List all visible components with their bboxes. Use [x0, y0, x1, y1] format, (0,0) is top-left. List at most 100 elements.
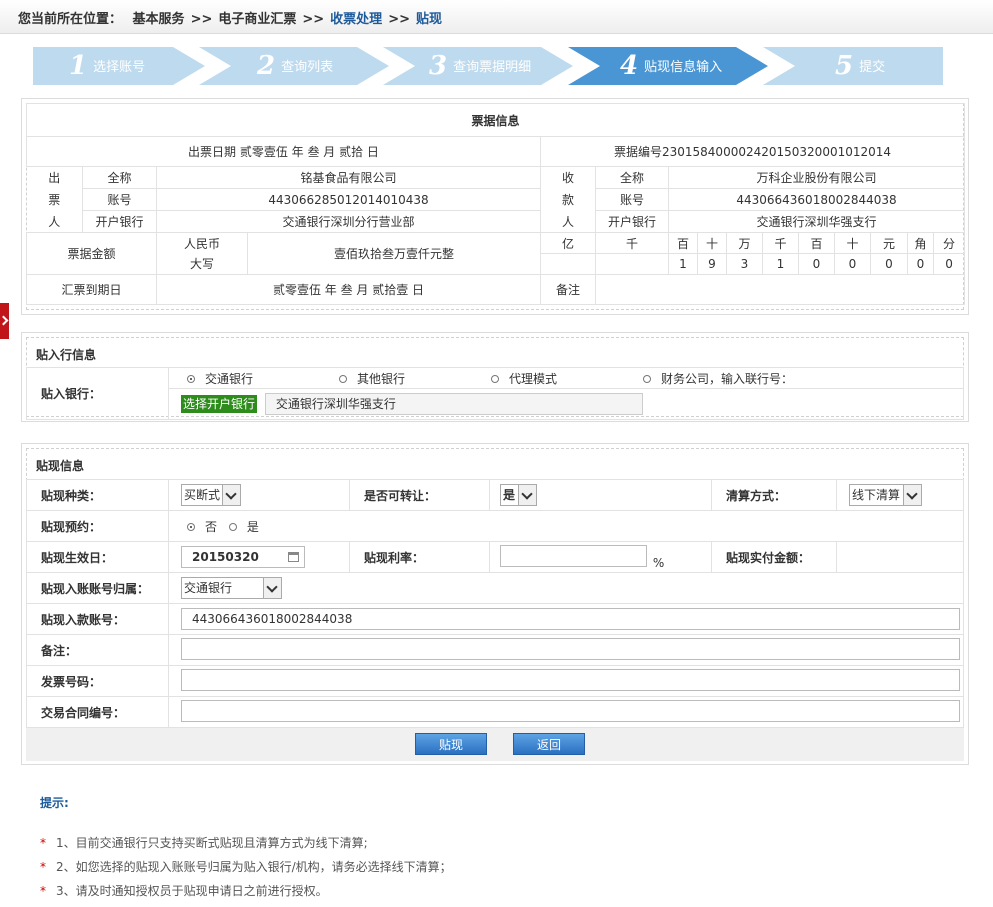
clearing-select[interactable]: 线下清算: [849, 484, 922, 506]
account-belong-select[interactable]: 交通银行: [181, 577, 282, 599]
rate-label: 贴现利率：: [349, 541, 490, 573]
radio-finance-dot[interactable]: [643, 374, 651, 383]
rmb-label: 人民币: [183, 236, 220, 251]
step-number: 5: [835, 51, 854, 81]
radio-agent-mode[interactable]: 代理模式: [491, 370, 643, 387]
payee-account: 443066436018002844038: [667, 188, 966, 211]
digit-header: 分: [932, 232, 966, 254]
due-date: 贰零壹伍 年 叁 月 贰拾壹 日: [156, 274, 541, 305]
contract-input[interactable]: [181, 699, 960, 722]
digit-value: 0: [870, 253, 908, 275]
breadcrumb-item-basic[interactable]: 基本服务: [133, 12, 185, 27]
tip-line-2: * 2、如您选择的贴现入账账号归属为贴入银行/机构，请务必选择线下清算；: [40, 860, 452, 874]
due-date-label: 汇票到期日: [26, 274, 157, 305]
tip-text: 3、请及时通知授权员于贴现申请日之前进行授权。: [56, 884, 328, 898]
payee-label-2: 款: [540, 188, 596, 211]
back-button[interactable]: 返回: [513, 733, 585, 755]
discount-type-select[interactable]: 买断式: [181, 484, 241, 506]
drawer-fullname-label: 全称: [82, 166, 157, 189]
digit-header: 千: [595, 232, 669, 254]
reserve-yes-radio[interactable]: [228, 522, 237, 531]
digit-value: 3: [726, 253, 763, 275]
side-expand-tab[interactable]: [0, 303, 9, 339]
payee-account-label: 账号: [595, 188, 669, 211]
invoice-input[interactable]: [181, 668, 960, 691]
rmb-daxie-label: 人民币 大写: [156, 232, 248, 275]
digit-header: 百: [798, 232, 835, 254]
radio-agent-dot[interactable]: [491, 374, 499, 383]
discount-submit-button[interactable]: 贴现: [415, 733, 487, 755]
step-label: 查询列表: [281, 60, 334, 75]
step-indicator: 1 选择账号 2 查询列表 3 查询票据明细 4 贴现信息输入 5 提交: [33, 47, 943, 85]
calendar-icon[interactable]: [288, 552, 299, 562]
bank-label: 贴入银行：: [26, 367, 169, 420]
bank-info-panel: 贴入行信息 贴入银行： 交通银行 其他银行 代理模式 财务公司，输入联行号： 选择开户…: [21, 332, 969, 422]
drawer-account: 443066285012014010438: [156, 188, 541, 211]
radio-finance-company[interactable]: 财务公司，输入联行号：: [643, 370, 793, 387]
digit-value: [595, 253, 669, 275]
drawer-account-label: 账号: [82, 188, 157, 211]
chevron-down-icon[interactable]: [222, 485, 240, 505]
radio-finance-label: 财务公司，输入联行号：: [661, 371, 794, 386]
choose-bank-button[interactable]: 选择开户银行: [181, 394, 258, 413]
discount-type-value: 买断式: [184, 488, 221, 502]
bill-info-panel: 票据信息 出票日期 贰零壹伍 年 叁 月 贰拾 日 票据编号2301584000…: [21, 98, 969, 315]
radio-bocom-dot[interactable]: [187, 374, 195, 383]
payee-label-1: 收: [540, 166, 596, 189]
breadcrumb-separator: >>: [190, 12, 213, 27]
step-number: 3: [429, 51, 448, 81]
breadcrumb-item-receive[interactable]: 收票处理: [330, 12, 382, 27]
reserve-label: 贴现预约：: [26, 510, 169, 542]
chevron-down-icon[interactable]: [263, 578, 281, 598]
remark-label: 备注：: [26, 634, 169, 666]
bank-name-field[interactable]: 交通银行深圳华强支行: [264, 393, 643, 415]
clearing-label: 清算方式：: [711, 479, 837, 511]
reserve-yes-label: 是: [246, 519, 259, 534]
breadcrumb: 您当前所在位置： 基本服务 >> 电子商业汇票 >> 收票处理 >> 贴现: [18, 8, 442, 27]
digit-header: 亿: [540, 232, 596, 254]
rate-unit: %: [652, 555, 665, 570]
digit-header: 十: [834, 232, 871, 254]
drawer-bank-label: 开户银行: [82, 210, 157, 233]
chevron-down-icon[interactable]: [518, 485, 536, 505]
remark-label: 备注: [540, 274, 596, 305]
actual-amount-label: 贴现实付金额：: [711, 541, 837, 573]
rate-input[interactable]: [500, 544, 647, 567]
step-label: 贴现信息输入: [644, 60, 723, 75]
discount-info-title: 贴现信息: [36, 459, 85, 473]
transfer-value: 是: [503, 488, 516, 502]
top-bar: 您当前所在位置： 基本服务 >> 电子商业汇票 >> 收票处理 >> 贴现: [0, 0, 993, 34]
account-input[interactable]: 443066436018002844038: [181, 608, 960, 630]
step-number: 4: [620, 51, 639, 81]
payee-fullname: 万科企业股份有限公司: [667, 166, 966, 189]
chevron-down-icon[interactable]: [903, 485, 921, 505]
bank-info-title: 贴入行信息: [36, 348, 97, 362]
step-4-active: 4 贴现信息输入: [568, 47, 768, 85]
effective-date-input[interactable]: 20150320: [181, 546, 305, 568]
digit-header: 千: [762, 232, 799, 254]
transfer-label: 是否可转让：: [349, 479, 490, 511]
effective-date-label: 贴现生效日：: [26, 541, 169, 573]
contract-label: 交易合同编号：: [26, 696, 169, 728]
payee-bank: 交通银行深圳华强支行: [667, 210, 966, 233]
bill-number: 票据编号230158400002420150320001012014: [539, 136, 966, 167]
breadcrumb-item-current: 贴现: [415, 12, 442, 27]
step-5: 5 提交: [763, 47, 943, 85]
reserve-no-label: 否: [205, 519, 218, 534]
remark-input[interactable]: [181, 637, 960, 660]
breadcrumb-separator: >>: [302, 12, 325, 27]
digit-value: 0: [907, 253, 934, 275]
digit-value: 0: [798, 253, 835, 275]
step-label: 提交: [859, 60, 886, 75]
reserve-no-radio[interactable]: [187, 522, 195, 531]
radio-other-bank[interactable]: 其他银行: [339, 370, 491, 387]
step-3: 3 查询票据明细: [383, 47, 573, 85]
radio-bocom[interactable]: 交通银行: [187, 370, 339, 387]
effective-date-value: 20150320: [192, 550, 259, 564]
step-2: 2 查询列表: [199, 47, 389, 85]
discount-type-label: 贴现种类：: [26, 479, 169, 511]
transfer-select[interactable]: 是: [500, 484, 537, 506]
breadcrumb-separator: >>: [388, 12, 410, 27]
radio-other-dot[interactable]: [339, 374, 347, 383]
breadcrumb-item-ecb[interactable]: 电子商业汇票: [218, 12, 296, 27]
